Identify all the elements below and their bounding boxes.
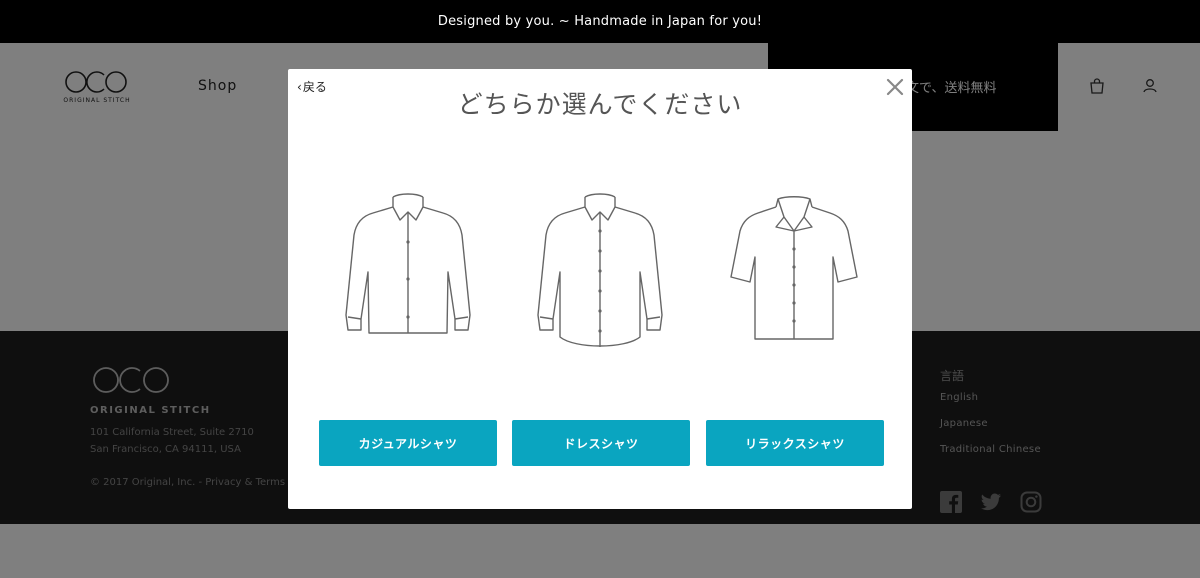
modal-title: どちらか選んでください [457, 90, 743, 119]
page: Designed by you. ~ Handmade in Japan for… [0, 0, 1200, 578]
announcement-bar: Designed by you. ~ Handmade in Japan for… [0, 0, 1200, 43]
dress-shirt-icon[interactable] [530, 187, 670, 357]
relax-shirt-icon[interactable] [724, 187, 864, 357]
dress-shirt-button[interactable]: ドレスシャツ [512, 420, 690, 466]
casual-shirt-button[interactable]: カジュアルシャツ [319, 420, 497, 466]
close-icon[interactable] [885, 77, 905, 97]
relax-shirt-button[interactable]: リラックスシャツ [706, 420, 884, 466]
casual-shirt-icon[interactable] [338, 187, 478, 357]
shirt-type-modal: ‹戻る どちらか選んでください カジュアルシャツ ドレスシャツ リラックスシャツ [288, 69, 912, 509]
announcement-text: Designed by you. ~ Handmade in Japan for… [437, 14, 763, 29]
